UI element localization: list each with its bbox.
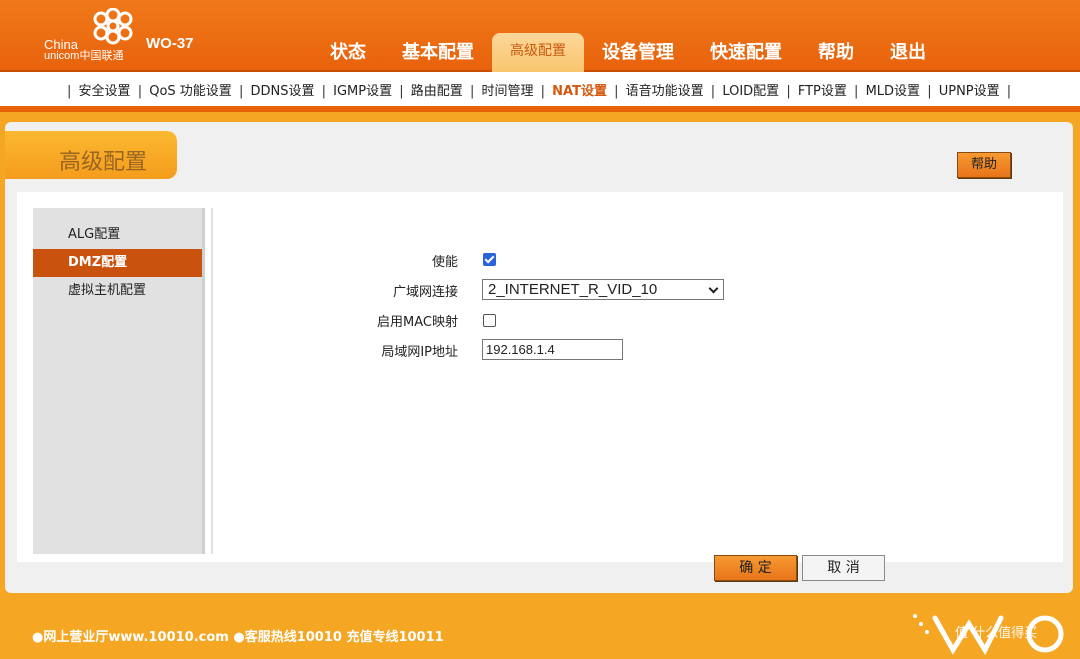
footer: ●网上营业厅www.10010.com ●客服热线10010 充值专线10011…	[0, 600, 1080, 659]
lan-ip-input[interactable]: 192.168.1.4	[482, 339, 623, 360]
subnav-upnp[interactable]: UPNP设置	[939, 84, 1000, 99]
subnav-separator: |	[1006, 84, 1012, 99]
wan-connection-select[interactable]: 2_INTERNET_R_VID_10	[482, 279, 724, 300]
subnav-time[interactable]: 时间管理	[481, 84, 533, 99]
subnav-separator: |	[710, 84, 716, 99]
tab-logout[interactable]: 退出	[872, 33, 944, 72]
help-button[interactable]: 帮助	[957, 152, 1011, 178]
enable-label: 使能	[431, 255, 458, 270]
subnav-separator: |	[67, 84, 72, 99]
subnav-separator: |	[854, 84, 859, 99]
subnav-separator: |	[321, 84, 326, 99]
subnav-routing[interactable]: 路由配置	[411, 84, 463, 99]
subnav-separator: |	[927, 84, 932, 99]
tab-basic-config[interactable]: 基本配置	[384, 33, 492, 72]
logo-text-unicom: unicom中国联通	[44, 50, 124, 62]
subnav-ddns[interactable]: DDNS设置	[250, 84, 314, 99]
unicom-knot-icon	[93, 8, 133, 45]
subnav-voice[interactable]: 语音功能设置	[626, 84, 704, 99]
tab-quick-config[interactable]: 快速配置	[692, 33, 800, 72]
chevron-down-icon	[708, 283, 719, 294]
tab-device-management[interactable]: 设备管理	[584, 33, 692, 72]
watermark-text: 值 什么值得买	[955, 626, 1038, 641]
lan-ip-label: 局域网IP地址	[381, 345, 458, 360]
subnav-nat[interactable]: NAT设置	[552, 84, 607, 99]
enable-row: 使能	[17, 251, 458, 270]
tab-advanced-config[interactable]: 高级配置	[492, 33, 584, 72]
sidenav-item-alg[interactable]: ALG配置	[33, 221, 202, 249]
section-title: 高级配置	[59, 150, 148, 175]
wan-row: 广域网连接	[17, 281, 458, 300]
ok-button[interactable]: 确 定	[714, 555, 797, 581]
footer-contact-text: ●网上营业厅www.10010.com ●客服热线10010 充值专线10011	[32, 630, 444, 645]
subnav-qos[interactable]: QoS 功能设置	[149, 84, 232, 99]
subnav-separator: |	[786, 84, 791, 99]
cancel-button[interactable]: 取 消	[802, 555, 885, 581]
mac-mapping-checkbox[interactable]	[483, 314, 496, 327]
china-unicom-logo: China unicom中国联通	[44, 8, 144, 64]
header: China unicom中国联通 WO-37 状态 基本配置 高级配置 设备管理…	[0, 0, 1080, 72]
device-model: WO-37	[146, 35, 194, 52]
wan-label: 广域网连接	[392, 285, 458, 300]
top-nav: 状态 基本配置 高级配置 设备管理 快速配置 帮助 退出	[312, 33, 944, 72]
subnav-separator: |	[469, 84, 475, 99]
tab-status[interactable]: 状态	[312, 33, 384, 72]
subnav-security[interactable]: 安全设置	[79, 84, 131, 99]
subnav-separator: |	[540, 84, 546, 99]
tab-help[interactable]: 帮助	[800, 33, 872, 72]
subnav-igmp[interactable]: IGMP设置	[333, 84, 392, 99]
wan-connection-value: 2_INTERNET_R_VID_10	[488, 281, 658, 298]
enable-checkbox[interactable]	[483, 253, 496, 266]
mac-row: 启用MAC映射	[17, 311, 458, 330]
mac-mapping-label: 启用MAC映射	[377, 315, 458, 330]
content-area: ALG配置 DMZ配置 虚拟主机配置 使能 广域网连接 2_INTERNET_R…	[17, 192, 1063, 562]
subnav-separator: |	[614, 84, 619, 99]
subnav-separator: |	[137, 84, 143, 99]
lan-ip-row: 局域网IP地址	[17, 341, 458, 360]
main-panel: 高级配置 帮助 ALG配置 DMZ配置 虚拟主机配置 使能 广域网连接 2_IN…	[5, 122, 1073, 593]
subnav-separator: |	[399, 84, 404, 99]
subnav-separator: |	[238, 84, 244, 99]
subnav-ftp[interactable]: FTP设置	[798, 84, 847, 99]
sub-nav: | 安全设置 | QoS 功能设置 | DDNS设置 | IGMP设置 | 路由…	[0, 72, 1080, 112]
subnav-loid[interactable]: LOID配置	[722, 84, 779, 99]
subnav-mld[interactable]: MLD设置	[866, 84, 920, 99]
